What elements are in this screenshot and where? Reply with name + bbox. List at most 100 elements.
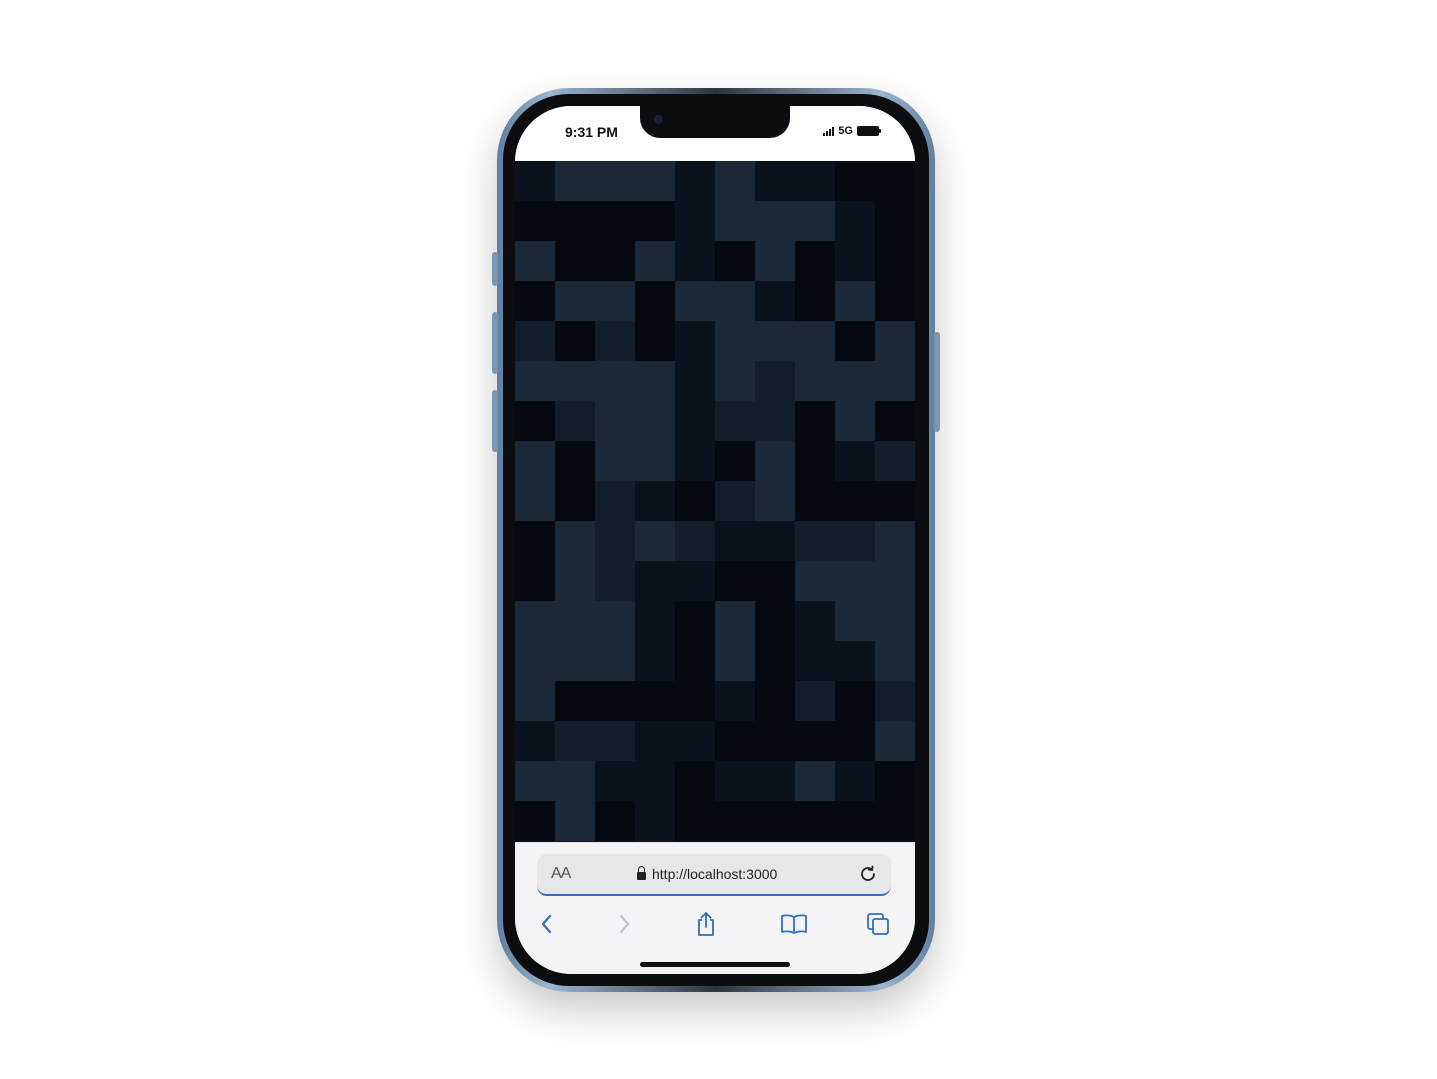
mosaic-tile [835, 561, 875, 601]
mosaic-tile [715, 201, 755, 241]
bookmarks-icon [781, 914, 807, 934]
mosaic-tile [635, 601, 675, 641]
front-camera [654, 115, 663, 124]
status-bar: 9:31 PM 5G [515, 106, 915, 161]
reload-icon[interactable] [857, 863, 879, 885]
mosaic-tile [715, 681, 755, 721]
mosaic-tile [835, 641, 875, 681]
mosaic-tile [795, 361, 835, 401]
mosaic-tile [795, 681, 835, 721]
mosaic-tile [835, 401, 875, 441]
mosaic-tile [635, 281, 675, 321]
mosaic-tile [875, 361, 915, 401]
mosaic-tile [835, 761, 875, 801]
mosaic-tile [595, 161, 635, 201]
mosaic-tile [595, 721, 635, 761]
mosaic-tile [515, 761, 555, 801]
web-content[interactable] [515, 161, 915, 842]
text-size-button[interactable]: AA [551, 865, 571, 883]
status-indicators: 5G [823, 125, 881, 137]
mosaic-tile [715, 321, 755, 361]
mosaic-tile [675, 201, 715, 241]
mosaic-tile [755, 161, 795, 201]
mosaic-tile [795, 481, 835, 521]
mosaic-tile [515, 241, 555, 281]
mosaic-tile [755, 481, 795, 521]
mosaic-tile [875, 521, 915, 561]
mosaic-tile [555, 201, 595, 241]
url-field[interactable]: http://localhost:3000 [637, 866, 777, 882]
mosaic-tile [675, 361, 715, 401]
mosaic-tile [555, 321, 595, 361]
mosaic-tile [795, 281, 835, 321]
mosaic-tile [635, 721, 675, 761]
mosaic-tile [795, 321, 835, 361]
mosaic-tile [835, 321, 875, 361]
mosaic-tile [875, 481, 915, 521]
mosaic-tile [835, 441, 875, 481]
back-button[interactable] [532, 909, 562, 939]
tabs-button[interactable] [863, 909, 893, 939]
mosaic-tile [675, 281, 715, 321]
mosaic-tile [555, 761, 595, 801]
address-bar[interactable]: AA http://localhost:3000 [537, 854, 891, 896]
mosaic-tile [595, 561, 635, 601]
mosaic-tile [555, 601, 595, 641]
mosaic-tile [835, 721, 875, 761]
share-button[interactable] [691, 909, 721, 939]
mosaic-tile [555, 241, 595, 281]
mosaic-tile [635, 641, 675, 681]
mosaic-tile [755, 521, 795, 561]
mosaic-tile [555, 361, 595, 401]
mosaic-tile [595, 241, 635, 281]
mosaic-tile [715, 561, 755, 601]
mosaic-tile [795, 401, 835, 441]
mosaic-tile [795, 241, 835, 281]
mosaic-tile [635, 441, 675, 481]
mosaic-tile [755, 361, 795, 401]
mosaic-tile [675, 161, 715, 201]
mosaic-tile [715, 401, 755, 441]
mosaic-tile [715, 761, 755, 801]
tabs-icon [867, 913, 889, 935]
mosaic-tile [675, 801, 715, 841]
mosaic-tile [595, 401, 635, 441]
mosaic-tile [875, 321, 915, 361]
mosaic-tile [635, 401, 675, 441]
mosaic-tile [755, 561, 795, 601]
mosaic-tile [875, 441, 915, 481]
mosaic-tile [595, 801, 635, 841]
mosaic-tile [555, 561, 595, 601]
mosaic-tile [835, 801, 875, 841]
bookmarks-button[interactable] [779, 909, 809, 939]
mosaic-tile [755, 721, 795, 761]
mosaic-tile [635, 201, 675, 241]
mosaic-tile [835, 161, 875, 201]
mosaic-tile [515, 641, 555, 681]
mosaic-tile [835, 521, 875, 561]
home-indicator[interactable] [640, 962, 790, 967]
status-time: 9:31 PM [565, 124, 618, 140]
back-icon [541, 914, 552, 934]
mosaic-tile [595, 281, 635, 321]
mosaic-tile [635, 681, 675, 721]
mosaic-tile [675, 241, 715, 281]
mosaic-tile [835, 681, 875, 721]
mosaic-tile [675, 721, 715, 761]
mosaic-tile [635, 481, 675, 521]
mosaic-tile [795, 201, 835, 241]
mosaic-tile [795, 161, 835, 201]
phone-frame: 9:31 PM 5G AA http://localhost:3000 [492, 88, 940, 992]
mosaic-tile [675, 561, 715, 601]
mosaic-tile [715, 601, 755, 641]
mosaic-tile [635, 761, 675, 801]
mosaic-tile [515, 161, 555, 201]
mosaic-tile [715, 281, 755, 321]
mosaic-tile [715, 641, 755, 681]
mosaic-tile [515, 721, 555, 761]
lock-icon [637, 866, 646, 880]
forward-button[interactable] [609, 909, 639, 939]
url-text: http://localhost:3000 [652, 866, 778, 882]
mosaic-tile [875, 801, 915, 841]
mosaic-tile [795, 601, 835, 641]
